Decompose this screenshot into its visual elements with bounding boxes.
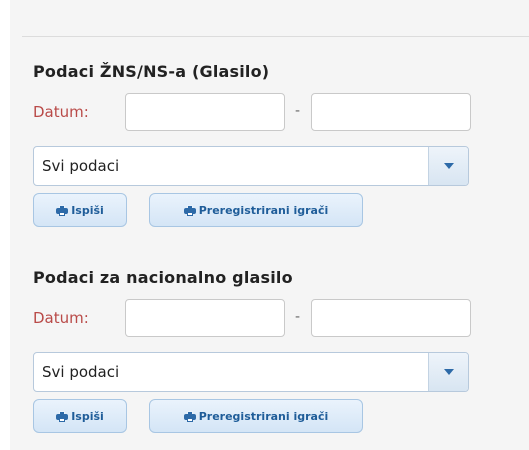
preregistered-players-button[interactable]: Preregistrirani igrači [149, 193, 363, 227]
date-label: Datum: [33, 309, 89, 327]
date-from-input[interactable] [125, 299, 285, 337]
print-button[interactable]: Ispiši [33, 193, 127, 227]
print-button-label: Ispiši [71, 203, 104, 217]
date-range-row: Datum: - [33, 93, 493, 131]
date-to-input[interactable] [311, 299, 471, 337]
button-row: Ispiši Preregistrirani igrači [33, 193, 493, 227]
section-title: Podaci ŽNS/NS-a (Glasilo) [33, 62, 270, 81]
date-label: Datum: [33, 103, 89, 121]
section-zns-glasilo: Podaci ŽNS/NS-a (Glasilo) Datum: - Svi p… [33, 60, 493, 227]
printer-icon [56, 204, 69, 216]
divider [22, 36, 529, 37]
preregistered-players-button[interactable]: Preregistrirani igrači [149, 399, 363, 433]
select-value: Svi podaci [42, 157, 120, 175]
preregistered-button-label: Preregistrirani igrači [198, 409, 329, 423]
section-national-glasilo: Podaci za nacionalno glasilo Datum: - Sv… [33, 266, 493, 433]
data-filter-select[interactable]: Svi podaci [33, 146, 469, 186]
print-button[interactable]: Ispiši [33, 399, 127, 433]
printer-icon [183, 410, 196, 422]
chevron-down-icon[interactable] [428, 147, 468, 185]
section-title: Podaci za nacionalno glasilo [33, 268, 293, 287]
date-from-input[interactable] [125, 93, 285, 131]
select-value: Svi podaci [42, 363, 120, 381]
date-separator: - [295, 103, 301, 119]
date-separator: - [295, 309, 301, 325]
date-to-input[interactable] [311, 93, 471, 131]
chevron-down-icon[interactable] [428, 353, 468, 391]
date-range-row: Datum: - [33, 299, 493, 337]
data-filter-select[interactable]: Svi podaci [33, 352, 469, 392]
preregistered-button-label: Preregistrirani igrači [198, 203, 329, 217]
printer-icon [56, 410, 69, 422]
print-button-label: Ispiši [71, 409, 104, 423]
printer-icon [183, 204, 196, 216]
button-row: Ispiši Preregistrirani igrači [33, 399, 493, 433]
